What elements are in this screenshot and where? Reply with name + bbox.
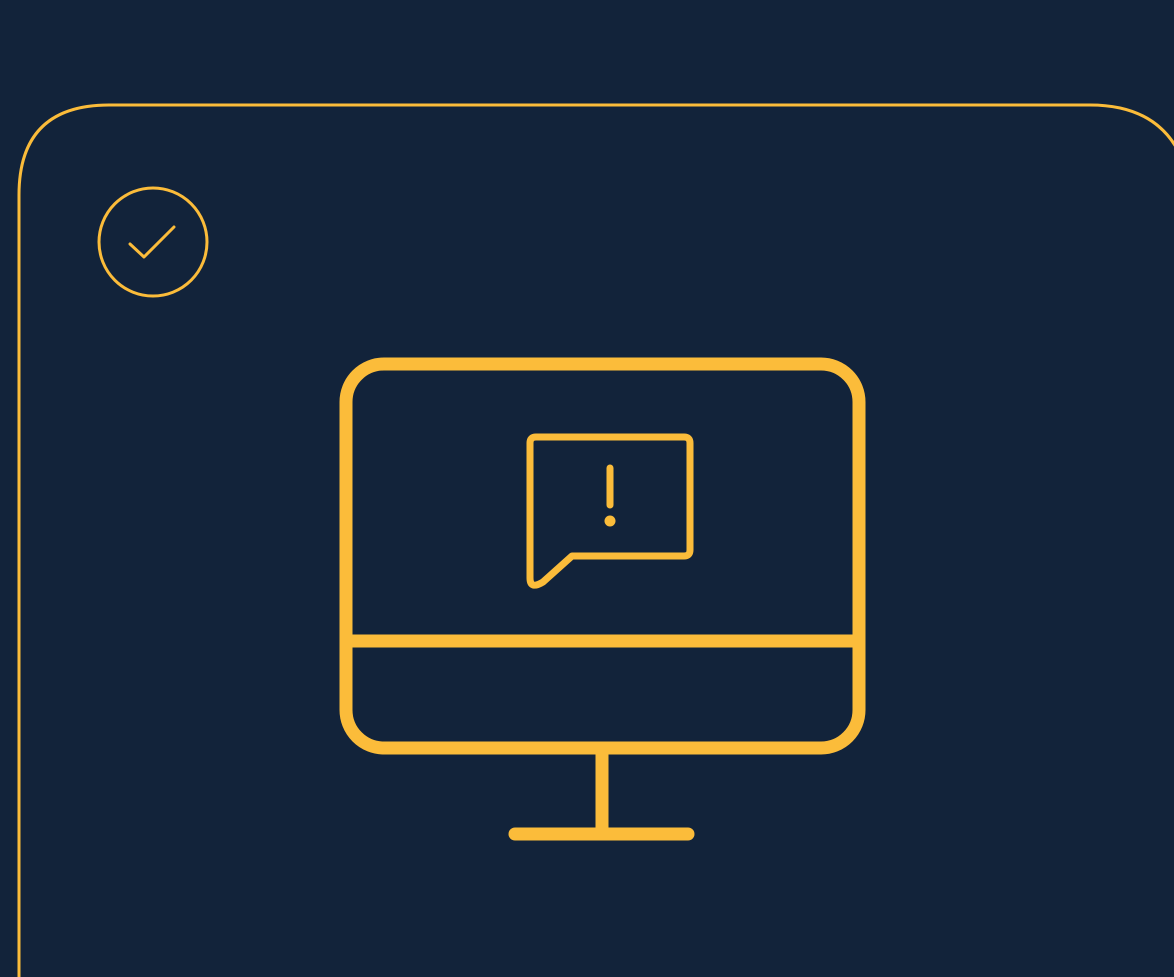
monitor-alert-icon (330, 350, 875, 855)
check-circle-icon[interactable] (97, 186, 209, 298)
card-stage (0, 0, 1174, 977)
monitor-stand (508, 748, 695, 841)
speech-bubble-exclamation-icon (526, 433, 694, 589)
